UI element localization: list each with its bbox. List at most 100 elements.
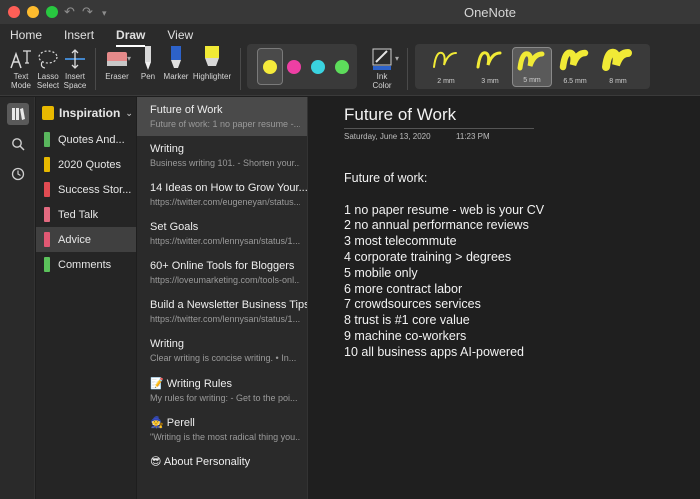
section-color-tab (44, 132, 50, 147)
notebooks-icon (12, 108, 25, 120)
tab-insert[interactable]: Insert (64, 28, 94, 47)
search-icon (12, 138, 25, 151)
insert-space-label-2: Space (63, 81, 87, 90)
page-item[interactable]: Future of Work Future of work: 1 no pape… (137, 97, 307, 136)
recent-notes-button[interactable] (7, 163, 29, 185)
section-item[interactable]: Advice (36, 227, 136, 252)
section-item[interactable]: Ted Talk (36, 202, 136, 227)
ribbon-tabs: Home Insert Draw View (10, 28, 193, 47)
note-line: 8 trust is #1 core value (344, 313, 470, 328)
text-mode-button[interactable]: Text Mode (8, 46, 34, 90)
note-heading: Future of work: (344, 171, 428, 185)
clock-icon (11, 167, 25, 181)
lasso-select-button[interactable]: Lasso Select (35, 46, 61, 90)
pen-label: Pen (140, 72, 156, 81)
section-color-tab (44, 232, 50, 247)
note-date: Saturday, June 13, 2020 (344, 132, 431, 141)
thickness-label: 5 mm (523, 77, 541, 84)
page-item[interactable]: 14 Ideas on How to Grow Your... https://… (137, 175, 307, 214)
page-item[interactable]: 😎 About Personality (137, 448, 307, 487)
note-canvas[interactable]: Future of Work Saturday, June 13, 2020 1… (308, 97, 700, 499)
page-preview: "Writing is the most radical thing you..… (150, 432, 300, 442)
title-underline (344, 128, 534, 129)
section-color-tab (44, 182, 50, 197)
search-button[interactable] (7, 133, 29, 155)
pen-color-pink[interactable] (281, 48, 307, 85)
tab-draw[interactable]: Draw (116, 28, 146, 47)
note-line: 7 crowdsources services (344, 297, 481, 312)
page-preview: https://twitter.com/eugeneyan/status... (150, 197, 300, 207)
section-list: Quotes And... 2020 Quotes Success Stor..… (36, 127, 136, 277)
notebook-picker[interactable]: Inspiration ⌄ (36, 103, 136, 123)
page-preview: Clear writing is concise writing. • In..… (150, 353, 297, 363)
title-bar: ↶ ↷ ▾ OneNote (0, 0, 700, 24)
page-preview: https://loveumarketing.com/tools-onl... (150, 275, 300, 285)
highlighter-button[interactable]: Highlighter (192, 46, 232, 81)
insert-space-button[interactable]: Insert Space (62, 46, 88, 90)
eraser-button[interactable]: Eraser (103, 46, 131, 81)
yellow-dot-icon (263, 59, 277, 74)
section-item[interactable]: Success Stor... (36, 177, 136, 202)
notebooks-button[interactable] (7, 103, 29, 125)
section-item[interactable]: Comments (36, 252, 136, 277)
pen-icon (137, 46, 159, 72)
marker-icon (162, 46, 190, 72)
thickness-2mm[interactable]: 2 mm (426, 47, 466, 87)
pen-color-green[interactable] (329, 48, 355, 85)
eraser-dropdown-icon[interactable]: ▾ (127, 54, 131, 63)
section-label: Success Stor... (58, 183, 132, 196)
highlighter-icon (192, 46, 232, 72)
page-item[interactable]: Set Goals https://twitter.com/lennysan/s… (137, 214, 307, 253)
page-item[interactable]: 📝 Writing Rules My rules for writing: - … (137, 370, 307, 409)
page-item[interactable]: 60+ Online Tools for Bloggers https://lo… (137, 253, 307, 292)
insert-space-icon (62, 46, 88, 72)
thickness-label: 8 mm (609, 78, 627, 85)
marker-button[interactable]: Marker (162, 46, 190, 81)
note-body[interactable]: Future of work: 1 no paper resume - web … (344, 171, 544, 361)
thickness-3mm[interactable]: 3 mm (470, 47, 510, 87)
note-title[interactable]: Future of Work (344, 105, 456, 125)
page-title: Writing (150, 338, 185, 350)
stroke-6-5mm-icon (559, 49, 589, 71)
page-item[interactable]: Writing Clear writing is concise writing… (137, 331, 307, 370)
page-title: 14 Ideas on How to Grow Your... (150, 182, 307, 194)
ink-color-icon (368, 46, 396, 72)
lasso-select-label-2: Select (36, 81, 60, 90)
page-item[interactable]: Writing Business writing 101. - Shorten … (137, 136, 307, 175)
thickness-6-5mm[interactable]: 6.5 mm (555, 47, 595, 87)
note-line: 10 all business apps AI-powered (344, 344, 524, 359)
marker-label: Marker (163, 72, 189, 81)
text-mode-label-1: Text (13, 72, 29, 81)
section-label: Advice (58, 233, 92, 246)
ink-color-button[interactable]: Ink Color (368, 46, 396, 90)
sections-pane: Inspiration ⌄ Quotes And... 2020 Quotes … (36, 97, 136, 499)
tab-view[interactable]: View (167, 28, 193, 47)
text-mode-icon (8, 46, 34, 72)
lasso-select-label-1: Lasso (37, 72, 59, 81)
tab-home[interactable]: Home (10, 28, 42, 47)
section-label: Quotes And... (58, 133, 125, 146)
note-line: 2 no annual performance reviews (344, 218, 529, 233)
stroke-thickness-gallery: 2 mm 3 mm 5 mm 6.5 mm 8 mm (415, 44, 650, 89)
notebook-icon (42, 106, 54, 120)
pen-color-yellow[interactable] (257, 48, 283, 85)
notebook-name: Inspiration (59, 106, 121, 120)
page-title: 60+ Online Tools for Bloggers (150, 260, 295, 272)
page-item[interactable]: Build a Newsletter Business Tips https:/… (137, 292, 307, 331)
page-title: 📝 Writing Rules (150, 378, 232, 390)
page-item[interactable]: 🧙 Perell "Writing is the most radical th… (137, 409, 307, 448)
note-time: 11:23 PM (456, 132, 490, 141)
thickness-5mm[interactable]: 5 mm (512, 47, 552, 87)
ink-color-dropdown-icon[interactable]: ▾ (395, 54, 399, 63)
note-line: 3 most telecommute (344, 234, 457, 249)
thickness-8mm[interactable]: 8 mm (598, 47, 638, 87)
lasso-icon (35, 46, 61, 72)
section-item[interactable]: Quotes And... (36, 127, 136, 152)
cyan-dot-icon (311, 59, 325, 74)
pen-button[interactable]: Pen (137, 46, 159, 81)
section-item[interactable]: 2020 Quotes (36, 152, 136, 177)
page-title: Future of Work (150, 104, 223, 116)
highlighter-label: Highlighter (192, 72, 232, 81)
page-title: 😎 About Personality (150, 456, 251, 468)
pen-color-cyan[interactable] (305, 48, 331, 85)
